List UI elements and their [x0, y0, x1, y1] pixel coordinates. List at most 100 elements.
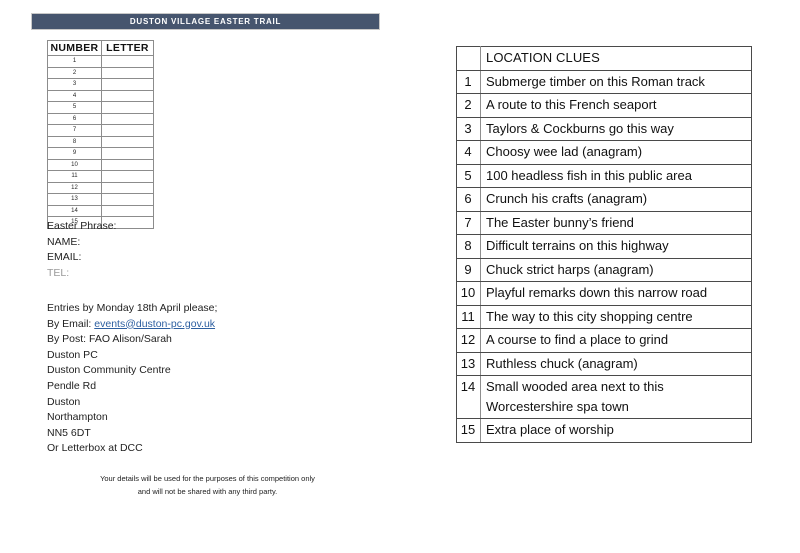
- clue-row: 1 Submerge timber on this Roman track: [456, 69, 752, 94]
- deadline-text: Entries by Monday 18th April please;: [47, 302, 218, 314]
- letter-input-cell[interactable]: [101, 101, 154, 114]
- clue-row: 10 Playful remarks down this narrow road: [456, 281, 752, 306]
- clue-number: 2: [456, 93, 481, 118]
- answer-entry-table-container: NUMBER LETTER 1 2 3 4 5 6 7 8 9 10 11 12…: [47, 40, 154, 229]
- row-number: 10: [47, 158, 102, 171]
- row-number: 7: [47, 124, 102, 137]
- clue-row: 6 Crunch his crafts (anagram): [456, 187, 752, 212]
- table-row: 12: [47, 181, 154, 194]
- table-row: 5: [47, 101, 154, 114]
- clue-row: 11 The way to this city shopping centre: [456, 304, 752, 329]
- table-row: 10: [47, 158, 154, 171]
- table-row: 9: [47, 147, 154, 160]
- post-line: Duston Community Centre: [47, 364, 171, 377]
- column-header-letter: LETTER: [101, 40, 154, 56]
- letter-input-cell[interactable]: [101, 204, 154, 217]
- row-number: 4: [47, 89, 102, 102]
- row-number: 8: [47, 135, 102, 148]
- column-header-number: NUMBER: [47, 40, 102, 56]
- clue-number: 12: [456, 328, 481, 353]
- location-clues-container: LOCATION CLUES 1 Submerge timber on this…: [456, 46, 752, 443]
- clues-header-row: LOCATION CLUES: [456, 46, 752, 71]
- clue-text: Taylors & Cockburns go this way: [480, 116, 752, 141]
- email-link[interactable]: events@duston-pc.gov.uk: [94, 318, 215, 330]
- clue-row: 8 Difficult terrains on this highway: [456, 234, 752, 259]
- clue-text: 100 headless fish in this public area: [480, 163, 752, 188]
- row-number: 13: [47, 193, 102, 206]
- clue-text: Small wooded area next to this Worcester…: [480, 375, 752, 419]
- row-number: 5: [47, 101, 102, 114]
- disclaimer-line-1: Your details will be used for the purpos…: [100, 474, 315, 483]
- table-row: 8: [47, 135, 154, 148]
- letter-input-cell[interactable]: [101, 193, 154, 206]
- letter-input-cell[interactable]: [101, 66, 154, 79]
- clue-row: 7 The Easter bunny’s friend: [456, 210, 752, 235]
- clue-text: A route to this French seaport: [480, 93, 752, 118]
- clue-row: 5 100 headless fish in this public area: [456, 163, 752, 188]
- email-prefix-label: By Email:: [47, 317, 95, 330]
- row-number: 6: [47, 112, 102, 125]
- clue-row: 4 Choosy wee lad (anagram): [456, 140, 752, 165]
- location-clues-table: LOCATION CLUES 1 Submerge timber on this…: [456, 46, 752, 443]
- clue-number: 15: [456, 418, 481, 443]
- clue-row: 9 Chuck strict harps (anagram): [456, 257, 752, 282]
- clue-number: 3: [456, 116, 481, 141]
- letter-input-cell[interactable]: [101, 112, 154, 125]
- letter-input-cell[interactable]: [101, 181, 154, 194]
- answer-entry-table: NUMBER LETTER 1 2 3 4 5 6 7 8 9 10 11 12…: [47, 40, 154, 229]
- email-entry-line: By Email: events@duston-pc.gov.uk: [47, 317, 217, 333]
- letter-input-cell[interactable]: [101, 158, 154, 171]
- name-label: NAME:: [47, 235, 81, 248]
- table-header-row: NUMBER LETTER: [47, 40, 154, 56]
- page-title-banner: DUSTON VILLAGE EASTER TRAIL: [31, 13, 380, 30]
- row-number: 1: [47, 55, 102, 68]
- table-row: 13: [47, 193, 154, 206]
- entrant-details-form: Easter Phrase: NAME: EMAIL: TEL:: [47, 219, 116, 281]
- letter-input-cell[interactable]: [101, 170, 154, 183]
- row-number: 3: [47, 78, 102, 91]
- post-line: NN5 6DT: [47, 426, 91, 439]
- clue-text: Crunch his crafts (anagram): [480, 187, 752, 212]
- clue-text: Difficult terrains on this highway: [480, 234, 752, 259]
- clue-text: The Easter bunny’s friend: [480, 210, 752, 235]
- table-row: 14: [47, 204, 154, 217]
- row-number: 2: [47, 66, 102, 79]
- letter-input-cell[interactable]: [101, 135, 154, 148]
- post-line: By Post: FAO Alison/Sarah: [47, 333, 172, 346]
- email-label: EMAIL:: [47, 251, 82, 263]
- table-row: 11: [47, 170, 154, 183]
- easter-phrase-label: Easter Phrase:: [47, 220, 117, 232]
- clue-number: 5: [456, 163, 481, 188]
- answer-entry-rows: 1 2 3 4 5 6 7 8 9 10 11 12 13 14 15: [47, 55, 154, 229]
- entry-instructions: Entries by Monday 18th April please; By …: [47, 301, 217, 457]
- clue-row: 13 Ruthless chuck (anagram): [456, 351, 752, 376]
- letter-input-cell[interactable]: [101, 89, 154, 102]
- letter-input-cell[interactable]: [101, 147, 154, 160]
- clue-number: 7: [456, 210, 481, 235]
- post-line: Or Letterbox at DCC: [47, 442, 143, 455]
- clue-text: Ruthless chuck (anagram): [480, 351, 752, 376]
- table-row: 3: [47, 78, 154, 91]
- letter-input-cell[interactable]: [101, 55, 154, 68]
- post-line: Duston PC: [47, 348, 98, 361]
- letter-input-cell[interactable]: [101, 124, 154, 137]
- post-line: Northampton: [47, 411, 108, 424]
- clue-row: 2 A route to this French seaport: [456, 93, 752, 118]
- clue-text: A course to find a place to grind: [480, 328, 752, 353]
- clues-header-number-cell: [456, 46, 481, 71]
- clue-text: Extra place of worship: [480, 418, 752, 443]
- privacy-disclaimer: Your details will be used for the purpos…: [45, 473, 370, 498]
- clue-number: 14: [456, 375, 481, 419]
- clue-number: 1: [456, 69, 481, 94]
- clue-row: 15 Extra place of worship: [456, 418, 752, 443]
- clue-row: 3 Taylors & Cockburns go this way: [456, 116, 752, 141]
- table-row: 2: [47, 66, 154, 79]
- clue-number: 9: [456, 257, 481, 282]
- clue-number: 10: [456, 281, 481, 306]
- clue-text: The way to this city shopping centre: [480, 304, 752, 329]
- letter-input-cell[interactable]: [101, 78, 154, 91]
- post-line: Pendle Rd: [47, 379, 97, 392]
- row-number: 11: [47, 170, 102, 183]
- clue-text: Playful remarks down this narrow road: [480, 281, 752, 306]
- clue-number: 13: [456, 351, 481, 376]
